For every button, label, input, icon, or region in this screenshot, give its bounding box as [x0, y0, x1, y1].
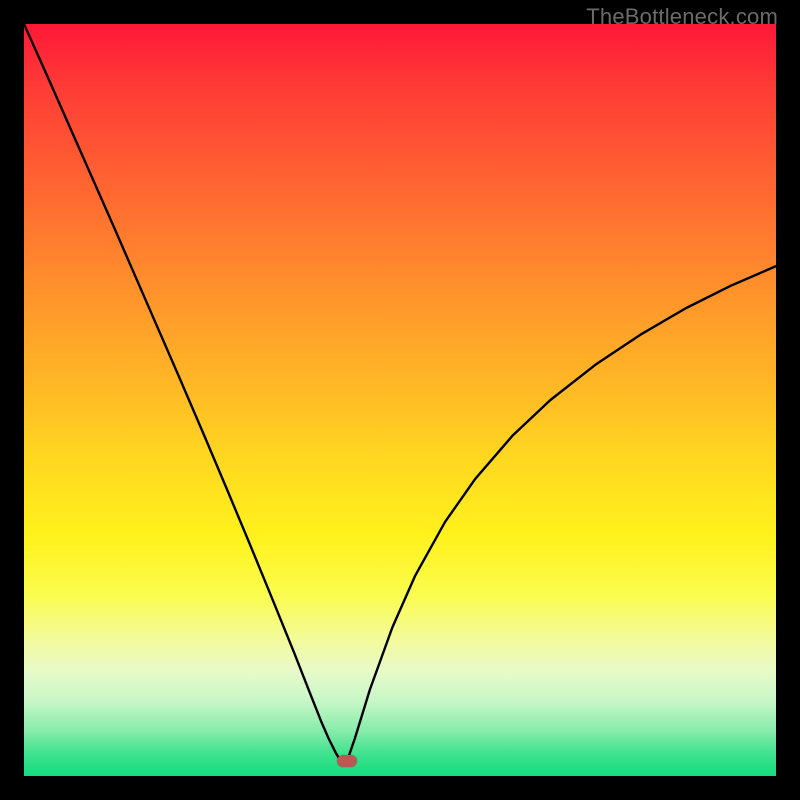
bottleneck-curve	[24, 24, 776, 776]
chart-frame: TheBottleneck.com	[0, 0, 800, 800]
gradient-plot-area	[24, 24, 776, 776]
optimal-point-marker	[337, 755, 357, 767]
